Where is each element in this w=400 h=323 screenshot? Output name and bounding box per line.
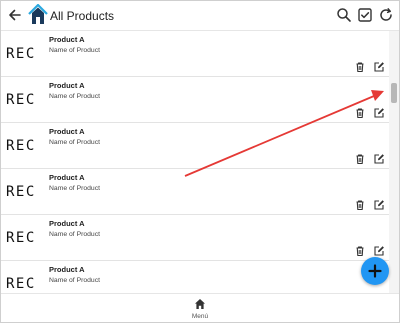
arrow-left-icon[interactable] (7, 7, 23, 23)
scrollbar-thumb[interactable] (391, 83, 397, 103)
product-title: Product A (49, 81, 85, 90)
list-item[interactable]: REC Product A Name of Product (1, 123, 389, 169)
edit-icon[interactable] (373, 61, 385, 73)
list-item[interactable]: REC Product A Name of Product (1, 31, 389, 77)
edit-icon[interactable] (373, 107, 385, 119)
search-icon[interactable] (336, 7, 352, 23)
product-title: Product A (49, 219, 85, 228)
product-subtitle: Name of Product (49, 277, 100, 284)
nav-label: Menú (191, 313, 209, 320)
product-thumbnail: REC (6, 92, 36, 108)
product-thumbnail: REC (6, 138, 36, 154)
refresh-icon[interactable] (378, 7, 394, 23)
product-thumbnail: REC (6, 276, 36, 292)
product-thumbnail: REC (6, 184, 36, 200)
app-window: All Products REC Product A Name of Produ… (0, 0, 400, 323)
product-subtitle: Name of Product (49, 47, 100, 54)
app-header: All Products (1, 1, 399, 31)
edit-icon[interactable] (373, 153, 385, 165)
product-thumbnail: REC (6, 230, 36, 246)
trash-icon[interactable] (354, 153, 366, 165)
product-thumbnail: REC (6, 46, 36, 62)
list-item[interactable]: REC Product A Name of Product (1, 169, 389, 215)
add-product-button[interactable] (361, 257, 389, 285)
page-title: All Products (50, 9, 115, 23)
edit-icon[interactable] (373, 245, 385, 257)
product-subtitle: Name of Product (49, 185, 100, 192)
plus-icon (368, 264, 382, 278)
home-icon (195, 299, 205, 309)
bottom-navigation: Menú (1, 293, 399, 322)
product-title: Product A (49, 265, 85, 274)
trash-icon[interactable] (354, 107, 366, 119)
list-item[interactable]: REC Product A Name of Product (1, 261, 389, 293)
trash-icon[interactable] (354, 199, 366, 211)
product-title: Product A (49, 127, 85, 136)
house-logo-icon (28, 4, 48, 24)
trash-icon[interactable] (354, 61, 366, 73)
product-subtitle: Name of Product (49, 231, 100, 238)
product-title: Product A (49, 35, 85, 44)
list-item[interactable]: REC Product A Name of Product (1, 77, 389, 123)
nav-item-menu[interactable]: Menú (185, 298, 215, 322)
product-list: REC Product A Name of Product REC Produc… (1, 31, 389, 293)
edit-icon[interactable] (373, 199, 385, 211)
product-subtitle: Name of Product (49, 139, 100, 146)
list-item[interactable]: REC Product A Name of Product (1, 215, 389, 261)
trash-icon[interactable] (354, 245, 366, 257)
product-title: Product A (49, 173, 85, 182)
list-scrollbar[interactable] (389, 31, 399, 293)
checkbox-icon[interactable] (357, 7, 373, 23)
product-subtitle: Name of Product (49, 93, 100, 100)
